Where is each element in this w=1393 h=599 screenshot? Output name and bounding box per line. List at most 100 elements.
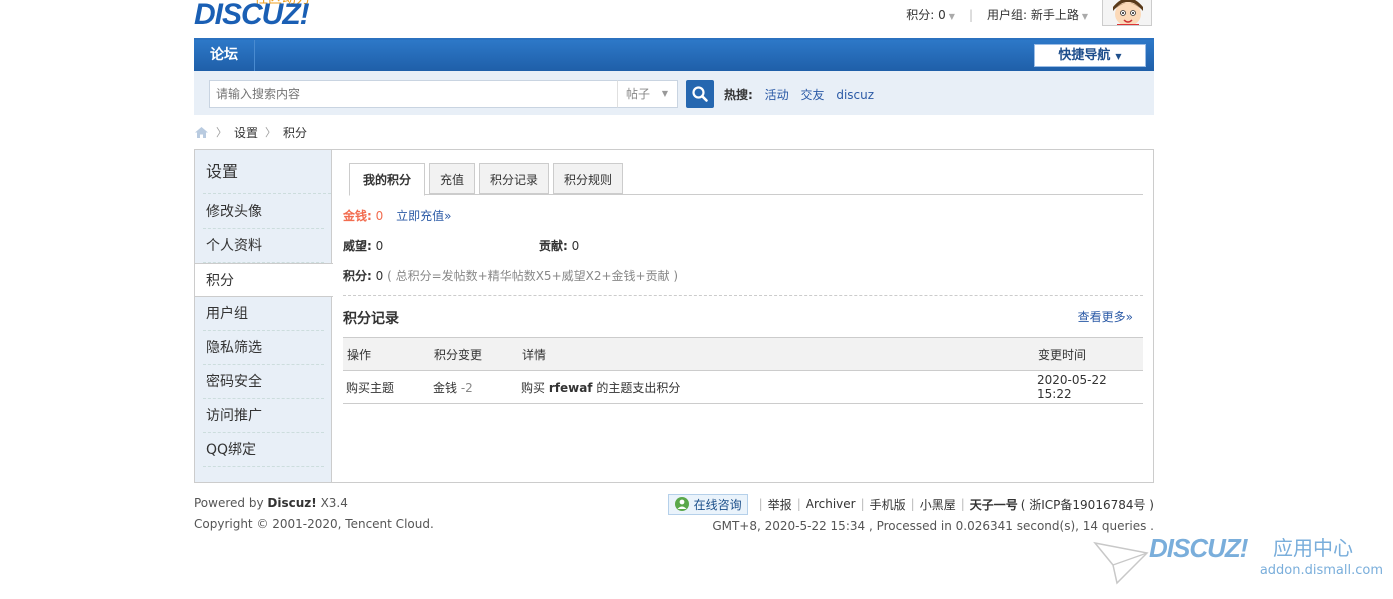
tab-my-credits[interactable]: 我的积分 <box>349 163 425 196</box>
breadcrumb-item[interactable]: 设置 <box>234 124 258 141</box>
record-time: 2020-05-22 15:22 <box>1034 370 1143 404</box>
contribution-row: 贡献: 0 <box>539 237 579 254</box>
contribution-value: 0 <box>571 239 580 253</box>
sidebar-item-profile[interactable]: 个人资料 <box>195 229 332 263</box>
usergroup-label: 用户组: 新手上路 <box>986 8 1079 22</box>
footer-site-name[interactable]: 天子一号 <box>970 496 1018 513</box>
top-bar: 社区动力 DISCUZ! 积分: 0▼ | 用户组: 新手上路▼ <box>194 0 1154 38</box>
records-title: 积分记录 <box>343 311 399 327</box>
chat-bubble-icon <box>674 497 689 511</box>
tab-bar: 我的积分 充值 积分记录 积分规则 <box>349 162 1143 196</box>
sidebar-item-privacy[interactable]: 隐私筛选 <box>195 331 332 365</box>
record-change: 金钱 -2 <box>430 370 518 404</box>
record-detail-suffix: 的主题支出积分 <box>596 380 681 395</box>
view-more-link[interactable]: 查看更多» <box>1078 308 1133 325</box>
watermark: DISCUZ! 应用中心 addon.dismall.com <box>1093 533 1383 585</box>
hot-search-link[interactable]: 交友 <box>800 88 824 102</box>
avatar[interactable] <box>1102 0 1152 26</box>
chevron-down-icon: ▼ <box>1081 12 1088 21</box>
recharge-link[interactable]: 立即充值» <box>396 209 451 223</box>
sidebar-item-password[interactable]: 密码安全 <box>195 365 332 399</box>
sidebar-item-usergroup[interactable]: 用户组 <box>195 297 332 331</box>
prestige-label: 威望: <box>343 239 372 253</box>
sidebar-item-qq[interactable]: QQ绑定 <box>195 433 332 467</box>
divider: | <box>910 497 915 511</box>
column-header: 积分变更 <box>430 337 518 371</box>
powered-prefix: Powered by <box>194 496 264 510</box>
powered-by: Powered by Discuz! X3.4 <box>194 496 348 510</box>
sidebar-item-promotion[interactable]: 访问推广 <box>195 399 332 433</box>
paper-plane-icon <box>1093 541 1149 585</box>
record-detail-user[interactable]: rfewaf <box>549 381 593 395</box>
breadcrumb-separator: 〉 <box>265 126 277 139</box>
sidebar-item-credits[interactable]: 积分 <box>195 263 333 297</box>
tab-recharge[interactable]: 充值 <box>429 163 475 194</box>
avatar-face-icon <box>1103 0 1151 25</box>
watermark-brand: DISCUZ! <box>1149 533 1248 563</box>
online-consult-label: 在线咨询 <box>693 497 742 512</box>
search-type-select[interactable]: 帖子 ▼ <box>617 80 678 108</box>
watermark-domain: addon.dismall.com <box>1259 563 1383 578</box>
prestige-row: 威望: 0 <box>343 237 383 254</box>
record-detail: 购买 rfewaf 的主题支出积分 <box>518 370 1034 404</box>
hot-search-link[interactable]: 活动 <box>765 88 789 102</box>
divider: | <box>860 497 865 511</box>
footer-link-archiver[interactable]: Archiver <box>806 497 856 511</box>
copyright: Copyright © 2001-2020, Tencent Cloud. <box>194 517 434 531</box>
contribution-label: 贡献: <box>539 239 568 253</box>
footer-link-mobile[interactable]: 手机版 <box>870 496 906 513</box>
search-type-value: 帖子 <box>626 87 651 101</box>
column-header: 详情 <box>518 337 1034 371</box>
site-logo[interactable]: 社区动力 DISCUZ! <box>194 0 334 32</box>
nav-item-forum[interactable]: 论坛 <box>194 40 255 71</box>
credit-formula: ( 总积分=发帖数+精华帖数X5+威望X2+金钱+贡献 ) <box>387 269 679 283</box>
icp-link[interactable]: ( 浙ICP备19016784号 ) <box>1021 496 1154 513</box>
points-menu[interactable]: 积分: 0 ▼ <box>906 6 955 23</box>
column-header: 操作 <box>343 337 430 371</box>
total-credits-row: 积分: 0 ( 总积分=发帖数+精华帖数X5+威望X2+金钱+贡献 ) <box>343 267 678 284</box>
money-row: 金钱: 0 立即充值» <box>343 207 451 224</box>
logo-text: DISCUZ! <box>194 0 310 31</box>
home-icon[interactable] <box>194 126 209 139</box>
total-value: 0 <box>375 269 384 283</box>
powered-brand-link[interactable]: Discuz! <box>267 496 316 510</box>
chevron-down-icon: ▼ <box>948 12 955 21</box>
footer-links: 在线咨询 | 举报 | Archiver | 手机版 | 小黑屋 | 天子一号 … <box>667 493 1154 515</box>
record-change-type: 金钱 <box>433 380 458 395</box>
runtime-info: GMT+8, 2020-5-22 15:34 , Processed in 0.… <box>712 519 1154 533</box>
chevron-down-icon: ▼ <box>661 89 668 98</box>
table-header-row: 操作 积分变更 详情 变更时间 <box>343 337 1143 371</box>
hot-search: 热搜: 活动 交友 discuz <box>724 86 874 103</box>
caret-down-icon: ▼ <box>1115 52 1122 61</box>
divider: | <box>796 497 801 511</box>
divider: | <box>968 7 973 22</box>
breadcrumb: 〉 设置 〉 积分 <box>194 124 307 140</box>
record-change-value: -2 <box>460 380 473 395</box>
record-action: 购买主题 <box>343 370 430 404</box>
online-consult-button[interactable]: 在线咨询 <box>667 493 748 515</box>
divider <box>343 295 1143 296</box>
money-label: 金钱: <box>343 209 372 223</box>
points-label: 积分: 0 <box>906 8 946 22</box>
footer-link-blacklist[interactable]: 小黑屋 <box>920 496 956 513</box>
usergroup-menu[interactable]: 用户组: 新手上路 ▼ <box>987 6 1088 23</box>
prestige-value: 0 <box>375 239 384 253</box>
record-detail-prefix: 购买 <box>521 380 546 395</box>
footer-link-report[interactable]: 举报 <box>768 496 792 513</box>
hot-search-link[interactable]: discuz <box>836 88 874 102</box>
tab-credit-rules[interactable]: 积分规则 <box>553 163 623 194</box>
search-bar: 帖子 ▼ 热搜: 活动 交友 discuz <box>194 71 1154 115</box>
breadcrumb-separator: 〉 <box>216 126 227 139</box>
search-icon <box>692 86 708 102</box>
settings-sidebar: 设置 修改头像 个人资料 积分 用户组 隐私筛选 密码安全 访问推广 QQ绑定 <box>195 150 333 482</box>
search-button[interactable] <box>686 80 714 108</box>
hot-search-label: 热搜: <box>724 88 753 102</box>
sidebar-item-avatar[interactable]: 修改头像 <box>195 195 332 229</box>
divider: | <box>960 497 965 511</box>
tab-credit-log[interactable]: 积分记录 <box>479 163 549 194</box>
search-input[interactable] <box>209 80 618 108</box>
quick-nav-button[interactable]: 快捷导航 ▼ <box>1034 44 1146 67</box>
main-nav: 论坛 快捷导航 ▼ <box>194 38 1154 71</box>
table-row: 购买主题 金钱 -2 购买 rfewaf 的主题支出积分 2020-05-22 … <box>343 370 1143 404</box>
user-info: 积分: 0 ▼ | 用户组: 新手上路 ▼ <box>906 6 1088 23</box>
